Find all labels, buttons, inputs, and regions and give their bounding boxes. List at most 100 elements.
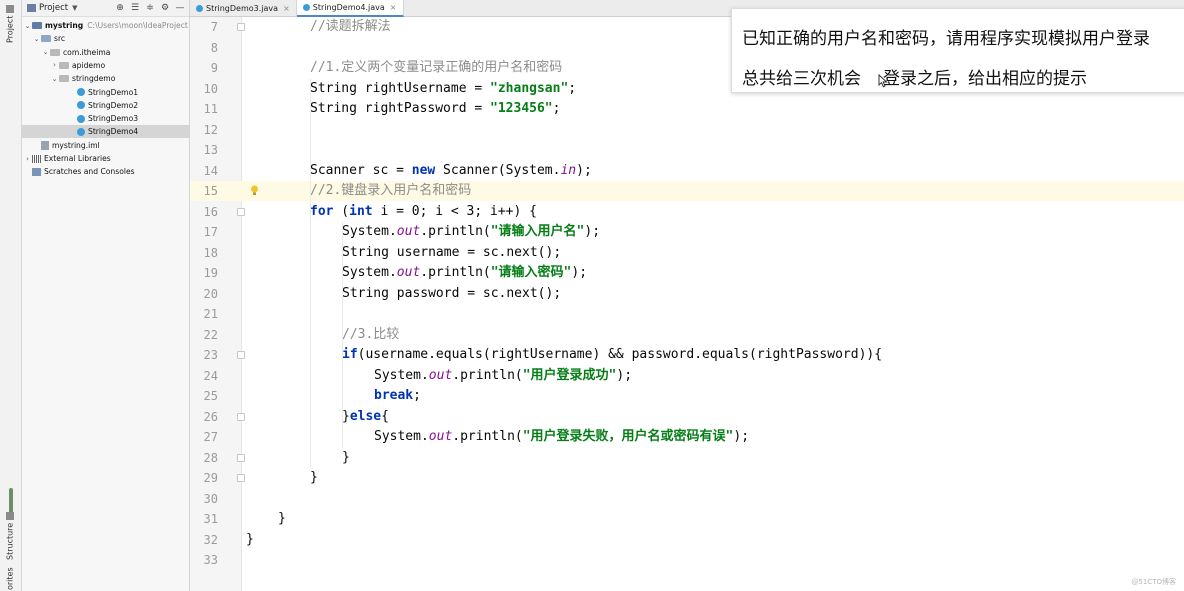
tab-label: StringDemo3.java [206, 4, 279, 13]
code-line[interactable]: //读题拆解法 [310, 17, 391, 37]
fold-marker-icon[interactable] [237, 351, 245, 359]
fold-marker-icon[interactable] [237, 474, 245, 482]
line-number: 26 [203, 409, 218, 424]
tree-item-label: mystring.iml [52, 140, 100, 150]
code-line[interactable]: }else{ [342, 407, 389, 427]
code-line[interactable]: //1.定义两个变量记录正确的用户名和密码 [310, 58, 562, 78]
line-number: 27 [203, 430, 218, 444]
project-icon [27, 4, 36, 12]
library-icon [32, 154, 41, 163]
tree-item-label: StringDemo1 [88, 87, 139, 97]
note-line-2: 总共给三次机会 登录之后，给出相应的提示 [742, 64, 1087, 89]
editor-tab[interactable]: StringDemo4.java × [296, 0, 404, 17]
chevron-right-icon[interactable]: › [50, 61, 59, 69]
intention-bulb-icon[interactable] [250, 185, 259, 196]
line-number: 30 [203, 491, 218, 506]
code-line[interactable]: for (int i = 0; i < 3; i++) { [310, 202, 537, 222]
hide-icon[interactable]: — [175, 3, 185, 13]
tree-item[interactable]: StringDemo4 [22, 125, 190, 139]
tree-item[interactable]: ⌄ com.itheima [22, 46, 190, 59]
tree-item[interactable]: Scratches and Consoles [22, 165, 190, 178]
project-panel-title[interactable]: Project [39, 3, 68, 13]
line-number: 18 [203, 245, 218, 260]
tree-item[interactable]: ⌄ src [22, 32, 190, 45]
code-line[interactable]: System.out.println("用户登录成功"); [374, 366, 632, 386]
watermark: @51CTO博客 [1131, 578, 1176, 586]
fold-marker-icon[interactable] [237, 412, 245, 421]
tree-item[interactable]: StringDemo3 [22, 112, 190, 125]
module-path: C:\Users\moon\IdeaProject [87, 21, 188, 30]
java-class-icon [77, 127, 85, 136]
close-icon[interactable]: × [390, 3, 397, 12]
line-number: 32 [203, 532, 218, 547]
code-line[interactable]: System.out.println("请输入密码"); [342, 263, 587, 283]
code-line[interactable]: System.out.println("用户登录失败，用户名或密码有误"); [374, 427, 749, 447]
tree-item[interactable]: ⌄ mystring C:\Users\moon\IdeaProject [22, 19, 190, 32]
tree-item[interactable]: StringDemo2 [22, 99, 190, 112]
line-number: 24 [203, 368, 218, 383]
expand-all-icon[interactable]: ☰ [130, 3, 140, 13]
chevron-down-icon[interactable]: ▼ [72, 4, 77, 12]
editor-tab[interactable]: StringDemo3.java × [190, 0, 297, 17]
tree-item[interactable]: › External Libraries [22, 152, 190, 165]
code-line[interactable]: Scanner sc = new Scanner(System.in); [310, 161, 592, 181]
fold-marker-icon[interactable] [237, 207, 245, 216]
tree-item-label: StringDemo4 [88, 127, 139, 137]
tree-item-label: Scratches and Consoles [44, 167, 135, 177]
code-line[interactable]: } [310, 468, 318, 488]
project-panel-header: Project ▼ ⊕ ☰ ≑ ⚙ — [22, 0, 189, 17]
line-number: 13 [203, 143, 218, 157]
tree-item[interactable]: StringDemo1 [22, 86, 190, 99]
tree-item-label: External Libraries [44, 154, 111, 163]
fold-marker-icon[interactable] [237, 453, 245, 462]
chevron-down-icon[interactable]: ⌄ [23, 22, 32, 30]
line-number: 20 [203, 286, 218, 301]
line-number: 7 [210, 20, 218, 34]
chevron-down-icon[interactable]: ⌄ [41, 48, 50, 56]
note-line-2b: 登录之后，给出相应的提示 [883, 69, 1087, 89]
code-line[interactable]: //2.键盘录入用户名和密码 [310, 181, 471, 201]
tree-item[interactable]: mystring.iml [22, 139, 190, 152]
code-line[interactable]: //3.比较 [342, 325, 399, 345]
tree-item[interactable]: › apidemo [22, 59, 190, 72]
line-number: 16 [203, 204, 218, 219]
tree-item-label: StringDemo3 [88, 114, 139, 124]
scratch-icon [32, 167, 41, 176]
chevron-down-icon[interactable]: ⌄ [32, 35, 41, 43]
package-icon [59, 61, 69, 69]
line-number: 25 [203, 389, 218, 403]
chevron-down-icon[interactable]: ⌄ [50, 75, 59, 83]
chevron-right-icon[interactable]: › [23, 155, 32, 163]
code-line[interactable]: String username = sc.next(); [342, 243, 561, 263]
tool-tab-project[interactable]: Project [2, 4, 18, 44]
project-icon [6, 4, 14, 13]
code-line[interactable]: } [342, 448, 350, 468]
panel-toolbar: ⊕ ☰ ≑ ⚙ — [115, 3, 189, 13]
tool-tab-structure[interactable]: Structure [2, 512, 18, 560]
tool-tab-favorites[interactable]: orites [2, 566, 18, 591]
line-number: 8 [210, 40, 218, 55]
code-line[interactable]: String password = sc.next(); [342, 284, 561, 304]
collapse-all-icon[interactable]: ≑ [145, 3, 155, 13]
line-number: 15 [203, 184, 218, 198]
line-number: 33 [203, 553, 218, 567]
locate-icon[interactable]: ⊕ [115, 3, 125, 13]
line-number: 17 [203, 225, 218, 239]
tab-label: StringDemo4.java [312, 3, 385, 12]
code-line[interactable]: String rightUsername = "zhangsan"; [310, 79, 576, 99]
code-line[interactable]: String rightPassword = "123456"; [310, 99, 560, 119]
gear-icon[interactable]: ⚙ [160, 3, 170, 13]
line-number: 21 [203, 307, 218, 321]
code-line[interactable]: if(username.equals(rightUsername) && pas… [342, 345, 882, 365]
tree-item[interactable]: ⌄ stringdemo [22, 72, 190, 85]
code-line[interactable]: System.out.println("请输入用户名"); [342, 222, 600, 242]
close-icon[interactable]: × [283, 4, 290, 13]
line-number: 29 [203, 471, 218, 485]
code-line[interactable]: } [278, 509, 286, 529]
line-number: 22 [203, 327, 218, 342]
fold-marker-icon[interactable] [237, 23, 245, 31]
code-line[interactable]: break; [374, 386, 421, 406]
file-icon [41, 140, 49, 150]
code-line[interactable]: } [246, 530, 254, 550]
line-number: 14 [203, 163, 218, 178]
